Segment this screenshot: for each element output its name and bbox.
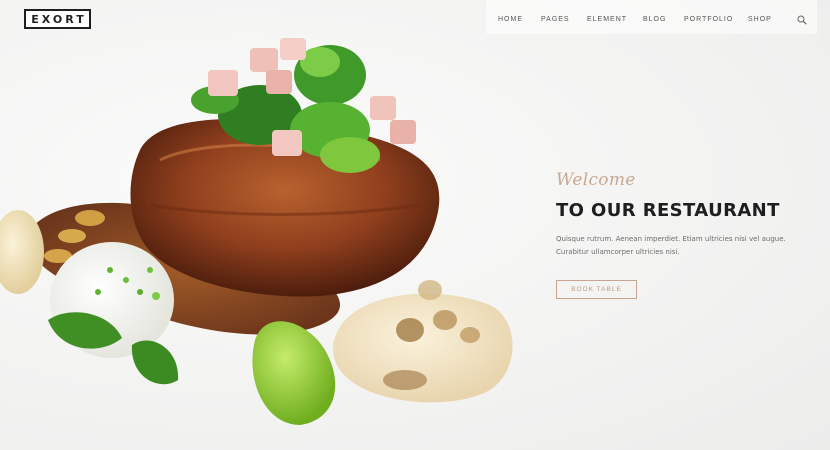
nav-item-element[interactable]: ELEMENT bbox=[587, 16, 627, 23]
nav-item-blog[interactable]: BLOG bbox=[643, 16, 666, 23]
main-nav: HOME PAGES ELEMENT BLOG PORTFOLIO SHOP bbox=[486, 0, 817, 34]
hero-section bbox=[0, 0, 830, 450]
nav-item-pages[interactable]: PAGES bbox=[541, 16, 570, 23]
nav-item-shop[interactable]: SHOP bbox=[748, 16, 772, 23]
site-logo[interactable]: EXORT bbox=[24, 9, 91, 29]
hero-food-image bbox=[0, 38, 513, 425]
hero-description: Quisque rutrum. Aenean imperdiet. Etiam … bbox=[556, 233, 796, 259]
hero-title: TO OUR RESTAURANT bbox=[556, 200, 780, 221]
hero-description-line: Curabitur ullamcorper ultricies nisi. bbox=[556, 248, 680, 256]
nav-item-portfolio[interactable]: PORTFOLIO bbox=[684, 16, 733, 23]
hero-description-line: Quisque rutrum. Aenean imperdiet. Etiam … bbox=[556, 235, 786, 243]
book-table-button[interactable]: BOOK TABLE bbox=[556, 280, 637, 299]
nav-item-home[interactable]: HOME bbox=[498, 16, 523, 23]
site-header: EXORT HOME PAGES ELEMENT BLOG PORTFOLIO … bbox=[0, 0, 830, 38]
logo-text: EXORT bbox=[31, 12, 87, 26]
welcome-script-text: Welcome bbox=[556, 170, 636, 190]
search-icon[interactable] bbox=[797, 15, 807, 25]
